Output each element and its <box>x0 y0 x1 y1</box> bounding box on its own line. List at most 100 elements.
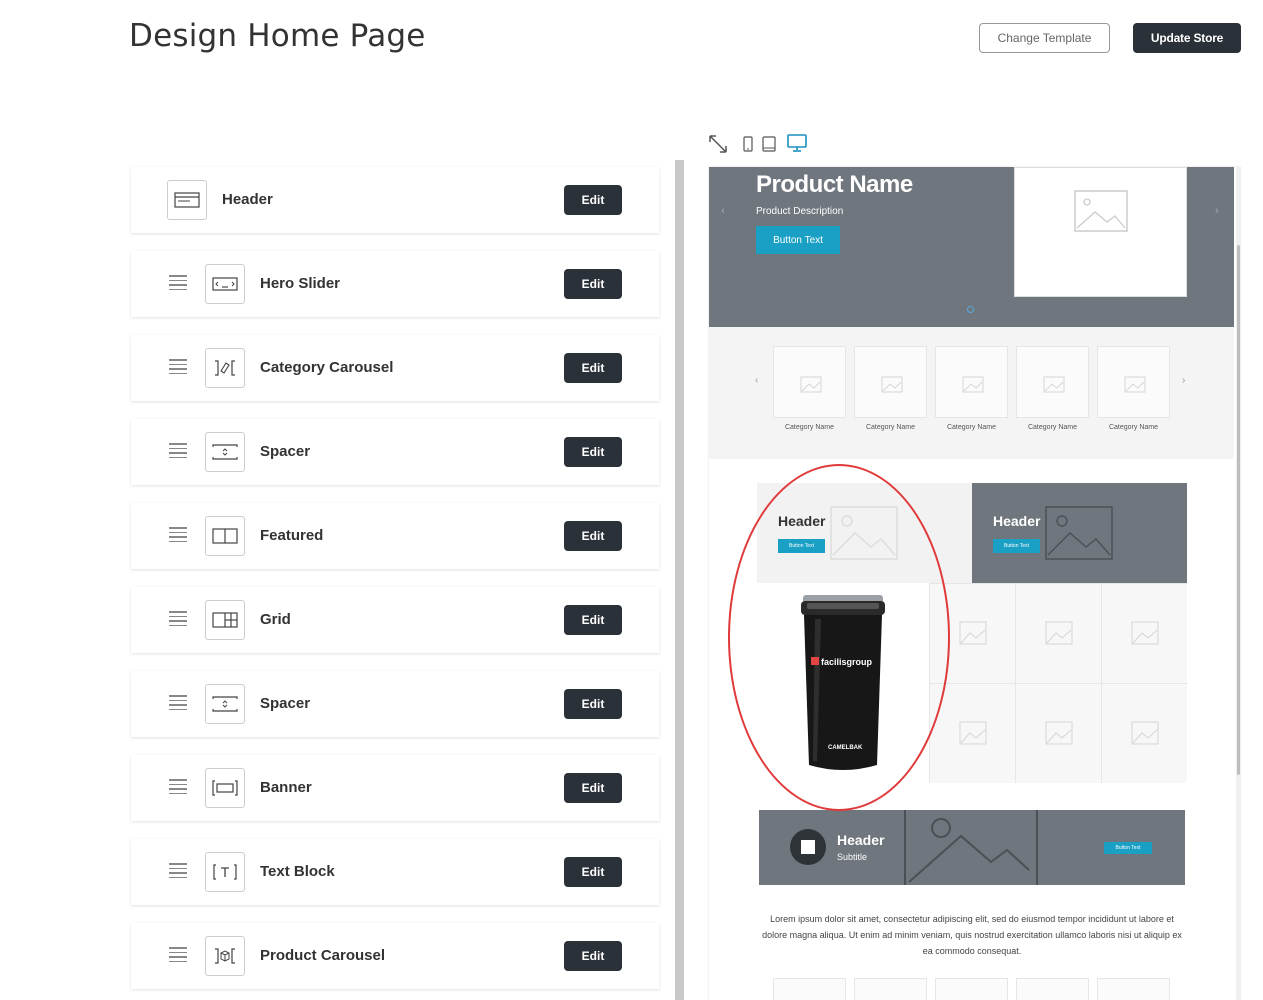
edit-button[interactable]: Edit <box>564 269 622 299</box>
featured-button[interactable]: Button Text <box>778 539 825 553</box>
hero-slider-icon <box>205 264 245 304</box>
expand-icon[interactable] <box>708 134 728 159</box>
chevron-right-icon[interactable]: › <box>1215 205 1219 217</box>
hero-description: Product Description <box>756 206 844 217</box>
product-tile[interactable] <box>854 978 927 1000</box>
section-header: Header Edit <box>131 167 659 233</box>
section-featured: Featured Edit <box>131 503 659 569</box>
section-label: Grid <box>260 611 291 628</box>
tumbler-maker: CAMELBAK <box>828 745 863 751</box>
section-label: Product Carousel <box>260 947 386 964</box>
spacer-icon <box>205 684 245 724</box>
banner-header: Header <box>837 832 885 848</box>
section-text-block: Text Block Edit <box>131 839 659 905</box>
phone-icon[interactable] <box>743 136 753 157</box>
section-spacer: Spacer Edit <box>131 419 659 485</box>
section-product-carousel: Product Carousel Edit <box>131 923 659 989</box>
featured-block-right[interactable]: Header Button Text <box>972 483 1187 583</box>
section-label: Featured <box>260 527 324 544</box>
section-hero-slider: Hero Slider Edit <box>131 251 659 317</box>
grid-cell[interactable] <box>929 683 1015 783</box>
section-banner: Banner Edit <box>131 755 659 821</box>
change-template-button[interactable]: Change Template <box>979 23 1110 53</box>
category-name: Category Name <box>1108 424 1159 431</box>
text-block-icon <box>205 852 245 892</box>
section-label: Spacer <box>260 695 311 712</box>
grid-cell[interactable] <box>1101 683 1187 783</box>
category-tile[interactable] <box>1097 346 1170 418</box>
image-placeholder-icon <box>1014 167 1187 297</box>
drag-handle-icon[interactable] <box>169 695 187 713</box>
product-tile[interactable] <box>773 978 846 1000</box>
category-name: Category Name <box>946 424 997 431</box>
preview-banner[interactable]: Header Subtitle Button Text <box>759 810 1185 885</box>
drag-handle-icon[interactable] <box>169 947 187 965</box>
product-tile[interactable] <box>1016 978 1089 1000</box>
update-store-button[interactable]: Update Store <box>1133 23 1241 53</box>
category-carousel-icon <box>205 348 245 388</box>
product-tile[interactable] <box>935 978 1008 1000</box>
product-tile[interactable] <box>1097 978 1170 1000</box>
section-label: Hero Slider <box>260 275 341 292</box>
panel-scrollbar[interactable] <box>675 160 684 1000</box>
drag-handle-icon[interactable] <box>169 443 187 461</box>
section-label: Text Block <box>260 863 335 880</box>
drag-handle-icon[interactable] <box>169 779 187 797</box>
section-category-carousel: Category Carousel Edit <box>131 335 659 401</box>
category-tile[interactable] <box>773 346 846 418</box>
featured-header: Header <box>993 513 1041 529</box>
featured-icon <box>205 516 245 556</box>
section-label: Category Carousel <box>260 359 394 376</box>
page-title: Design Home Page <box>129 18 426 54</box>
header-icon <box>167 180 207 220</box>
grid-cell[interactable] <box>1101 583 1187 683</box>
featured-button[interactable]: Button Text <box>993 539 1040 553</box>
grid-cell[interactable] <box>1015 683 1101 783</box>
preview-grid: facilisgroup CAMELBAK <box>757 583 1187 783</box>
preview-scrollbar-thumb[interactable] <box>1237 245 1240 775</box>
preview-category-carousel: ‹ › Category Name Category Name Category… <box>709 327 1234 459</box>
category-tile[interactable] <box>1016 346 1089 418</box>
edit-button[interactable]: Edit <box>564 605 622 635</box>
category-tile[interactable] <box>935 346 1008 418</box>
design-home-page: Design Home Page Change Template Update … <box>0 0 1263 1000</box>
edit-button[interactable]: Edit <box>564 941 622 971</box>
edit-button[interactable]: Edit <box>564 353 622 383</box>
spacer-icon <box>205 432 245 472</box>
tumbler-product-image[interactable]: facilisgroup CAMELBAK <box>757 583 929 783</box>
chevron-left-icon[interactable]: ‹ <box>721 205 725 217</box>
grid-icon <box>205 600 245 640</box>
grid-cell[interactable] <box>1015 583 1101 683</box>
drag-handle-icon[interactable] <box>169 527 187 545</box>
chevron-left-icon[interactable]: ‹ <box>755 375 758 386</box>
desktop-icon[interactable] <box>787 134 807 157</box>
banner-icon <box>205 768 245 808</box>
section-grid: Grid Edit <box>131 587 659 653</box>
preview-hero-slider[interactable]: ‹ › Product Name Product Description But… <box>709 167 1234 327</box>
section-label: Banner <box>260 779 312 796</box>
edit-button[interactable]: Edit <box>564 521 622 551</box>
drag-handle-icon[interactable] <box>169 611 187 629</box>
category-name: Category Name <box>865 424 916 431</box>
edit-button[interactable]: Edit <box>564 437 622 467</box>
drag-handle-icon[interactable] <box>169 359 187 377</box>
hero-title: Product Name <box>756 171 913 198</box>
chevron-right-icon[interactable]: › <box>1182 375 1185 386</box>
drag-handle-icon[interactable] <box>169 275 187 293</box>
featured-block-left[interactable]: Header Button Text <box>757 483 972 583</box>
section-label: Spacer <box>260 443 311 460</box>
grid-cell[interactable] <box>929 583 1015 683</box>
slider-dot[interactable] <box>967 306 974 313</box>
category-tile[interactable] <box>854 346 927 418</box>
edit-button[interactable]: Edit <box>564 185 622 215</box>
edit-button[interactable]: Edit <box>564 773 622 803</box>
banner-button[interactable]: Button Text <box>1104 842 1152 854</box>
drag-handle-icon[interactable] <box>169 863 187 881</box>
hero-button[interactable]: Button Text <box>756 226 840 254</box>
preview-text-block: Lorem ipsum dolor sit amet, consectetur … <box>762 914 1182 956</box>
section-label: Header <box>222 191 273 208</box>
edit-button[interactable]: Edit <box>564 689 622 719</box>
tablet-icon[interactable] <box>762 136 776 157</box>
store-preview: ‹ › Product Name Product Description But… <box>709 167 1240 1000</box>
edit-button[interactable]: Edit <box>564 857 622 887</box>
